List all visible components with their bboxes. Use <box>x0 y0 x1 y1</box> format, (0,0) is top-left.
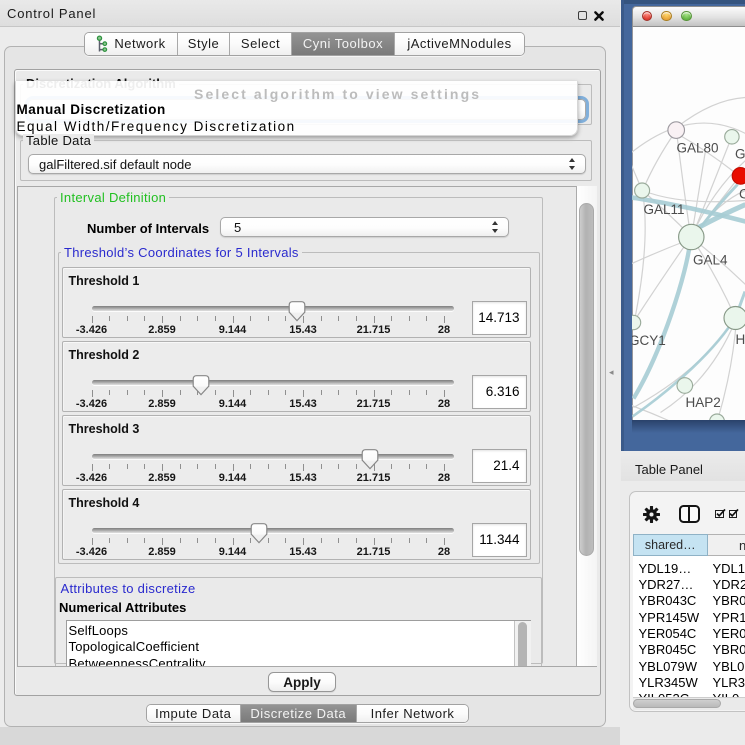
svg-text:H: H <box>735 332 745 347</box>
svg-text:GA: GA <box>735 146 745 161</box>
svg-text:GAL80: GAL80 <box>676 140 718 155</box>
svg-text:GCY1: GCY1 <box>632 333 666 348</box>
svg-text:GAL11: GAL11 <box>643 202 684 217</box>
svg-text:HAP2: HAP2 <box>685 395 720 410</box>
svg-text:GAL4: GAL4 <box>693 252 728 267</box>
svg-text:C: C <box>739 186 745 201</box>
